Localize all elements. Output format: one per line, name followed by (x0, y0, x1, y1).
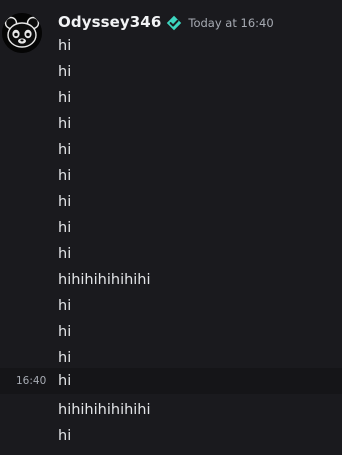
message-text: hi (58, 168, 72, 184)
message-text: hi (58, 324, 72, 340)
message-text: hi (58, 246, 72, 262)
message-line: hi (0, 319, 342, 345)
message-text: hi (58, 373, 72, 389)
message-text: hi (58, 194, 72, 210)
message-text: hi (58, 428, 72, 444)
message-text: hihihihihihihi (58, 272, 151, 288)
message-text: hi (58, 90, 72, 106)
message-line: hi (0, 137, 342, 163)
message-line: hihihihihihihi (0, 267, 342, 293)
message-line: hi (0, 33, 342, 59)
message-text: hi (58, 38, 72, 54)
message-text: hi (58, 220, 72, 236)
message-text: hihihihihihihi (58, 402, 151, 418)
message-text: hi (58, 142, 72, 158)
message-line: hi (0, 163, 342, 189)
message-line: hi (0, 189, 342, 215)
message-text: hi (58, 64, 72, 80)
message-group: Odyssey346 Today at 16:40 hi hi hi hi hi… (0, 0, 342, 455)
message-line: hi (0, 423, 342, 449)
message-line: hi (0, 59, 342, 85)
message-line-hovered[interactable]: 16:40 hi (0, 368, 342, 394)
message-text: hi (58, 298, 72, 314)
message-text: hi (58, 116, 72, 132)
username[interactable]: Odyssey346 (58, 13, 161, 31)
message-line: hi (0, 241, 342, 267)
message-text: hi (58, 350, 72, 366)
message-line: hi (0, 85, 342, 111)
message-line: hi (0, 293, 342, 319)
verified-badge-icon (166, 15, 182, 31)
hover-timestamp: 16:40 (16, 375, 47, 387)
message-line: hi (0, 111, 342, 137)
message-header: Odyssey346 Today at 16:40 (58, 10, 274, 34)
message-line: hi (0, 215, 342, 241)
message-line: hihihihihihihi (0, 397, 342, 423)
message-timestamp: Today at 16:40 (188, 16, 274, 30)
